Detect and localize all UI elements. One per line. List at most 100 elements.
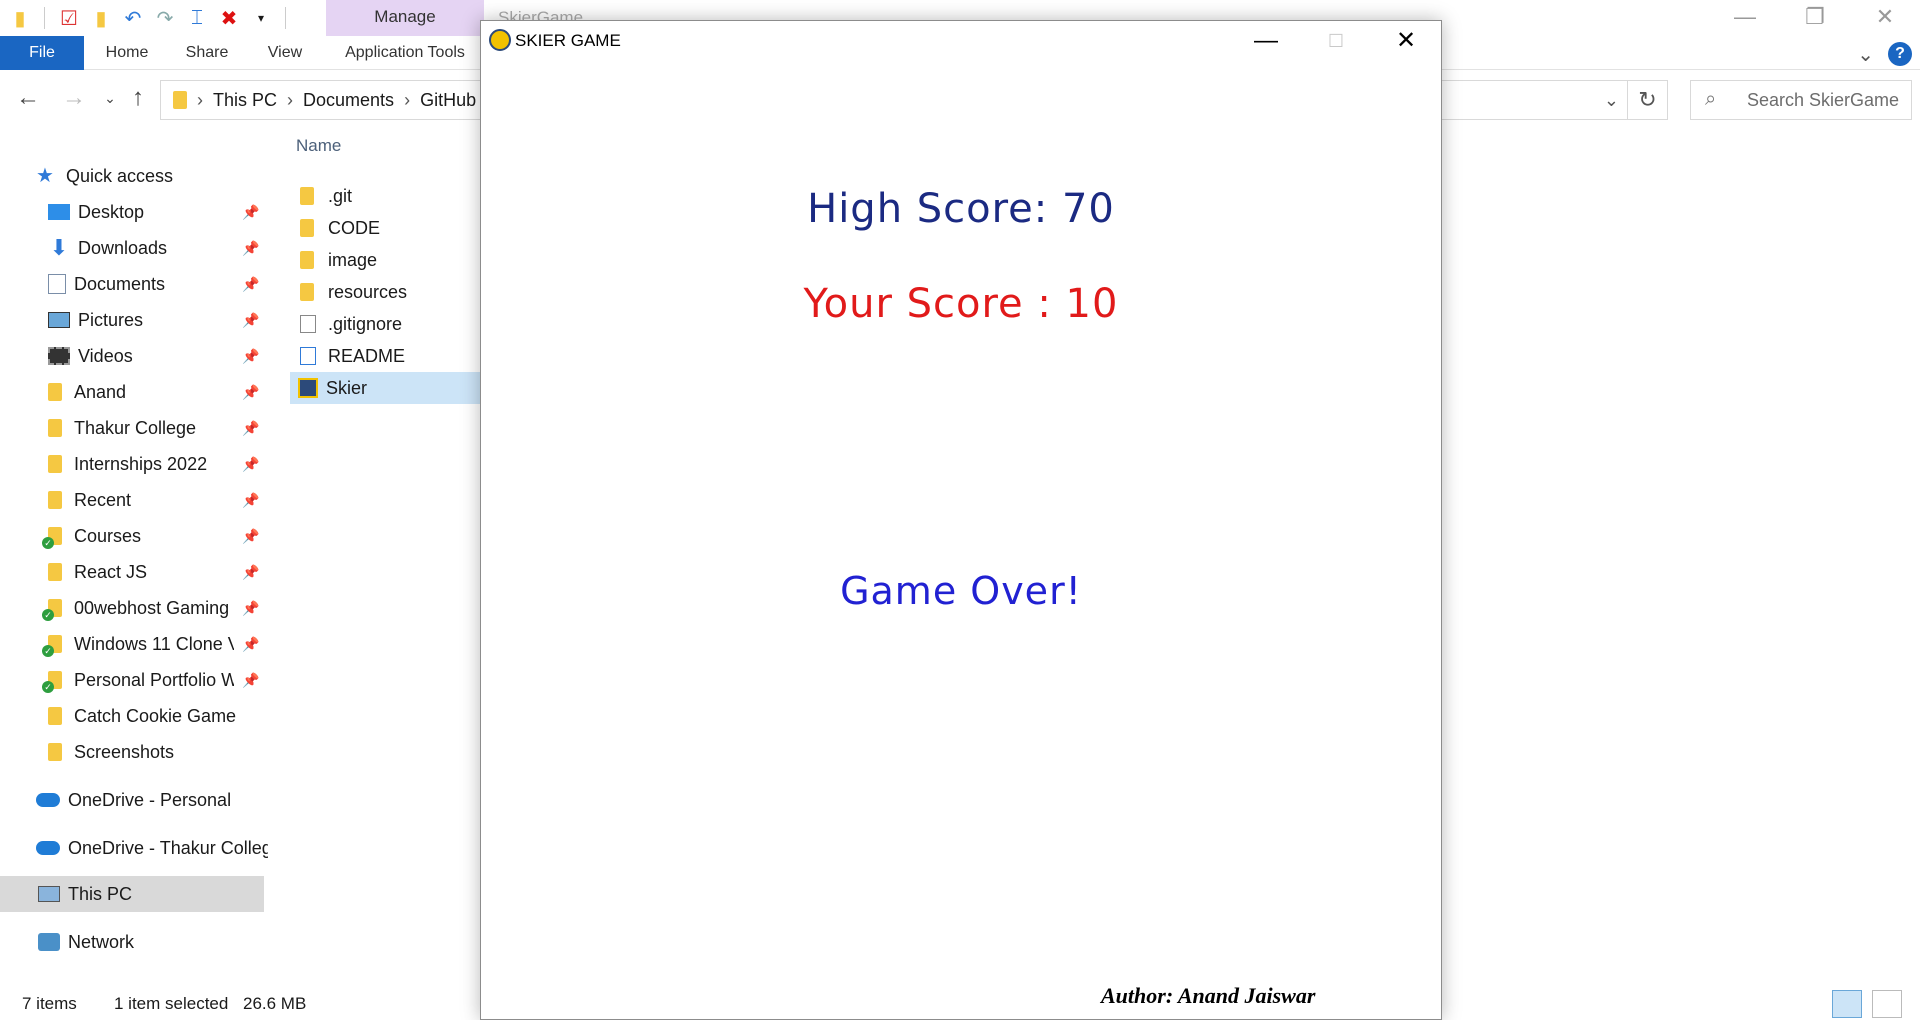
tab-view[interactable]: View (256, 36, 314, 70)
nav-onedrive-personal[interactable]: OneDrive - Personal (36, 782, 304, 818)
list-item[interactable]: CODE (290, 212, 490, 244)
pin-icon[interactable]: 📌 (242, 384, 259, 401)
pin-icon[interactable]: 📌 (242, 636, 259, 653)
chevron-down-icon[interactable]: ⌄ (1857, 42, 1874, 67)
nav-item-anand[interactable]: Anand 📌 (44, 374, 312, 410)
back-arrow-icon[interactable]: ← (14, 84, 42, 112)
nav-item-courses[interactable]: Courses 📌 (42, 518, 312, 554)
videos-icon (48, 347, 70, 365)
chevron-right-icon[interactable]: › (287, 81, 293, 119)
nav-label: Catch Cookie Game (74, 705, 237, 726)
nav-item-thakur-college[interactable]: Thakur College 📌 (44, 410, 312, 446)
network-icon (38, 933, 60, 951)
pin-icon[interactable]: 📌 (242, 492, 259, 509)
search-input[interactable]: ⌕ Search SkierGame (1690, 80, 1912, 120)
maximize-icon[interactable]: ☐ (1301, 21, 1371, 61)
list-item[interactable]: resources (290, 276, 490, 308)
quick-access-toolbar: ▮ ☑ ▮ ↶ ↷ ⌶ ✖ ▾ (0, 4, 292, 32)
redo-icon[interactable]: ↷ (151, 4, 179, 32)
help-icon[interactable]: ? (1888, 42, 1912, 66)
nav-item-screenshots[interactable]: Screenshots (44, 734, 312, 770)
chevron-right-icon[interactable]: › (404, 81, 410, 119)
column-header-name[interactable]: Name (296, 136, 341, 156)
delete-icon[interactable]: ✖ (215, 4, 243, 32)
large-icons-view-icon[interactable] (1872, 990, 1902, 1018)
minimize-icon[interactable]: — (1231, 21, 1301, 61)
refresh-icon[interactable]: ↻ (1628, 80, 1668, 120)
list-item[interactable]: .git (290, 180, 490, 212)
folder-icon (48, 419, 62, 437)
nav-quick-access[interactable]: ★ Quick access (36, 158, 304, 194)
nav-item-desktop[interactable]: Desktop 📌 (48, 194, 316, 230)
nav-item-catch-cookie-game[interactable]: Catch Cookie Game (44, 698, 312, 734)
close-icon[interactable]: ✕ (1371, 21, 1441, 61)
tab-manage[interactable]: Manage (326, 0, 484, 36)
nav-label: Videos (78, 345, 133, 366)
pin-icon[interactable]: 📌 (242, 276, 259, 293)
folder-icon[interactable]: ▮ (6, 4, 34, 32)
nav-label: Pictures (78, 309, 144, 330)
nav-item-personal-portfolio[interactable]: Personal Portfolio W 📌 (42, 662, 312, 698)
file-name: .gitignore (328, 313, 403, 334)
pin-icon[interactable]: 📌 (242, 564, 259, 581)
close-icon[interactable]: ✕ (1850, 0, 1920, 34)
folder-icon (48, 491, 62, 509)
list-item-selected[interactable]: Skier (290, 372, 490, 404)
window-controls: — ❐ ✕ (1710, 0, 1920, 34)
list-item[interactable]: README (290, 340, 490, 372)
nav-item-videos[interactable]: Videos 📌 (48, 338, 316, 374)
details-view-icon[interactable] (1832, 990, 1862, 1018)
breadcrumb-this-pc[interactable]: This PC (213, 81, 277, 119)
tab-application-tools[interactable]: Application Tools (330, 36, 480, 70)
undo-icon[interactable]: ↶ (119, 4, 147, 32)
pin-icon[interactable]: 📌 (242, 312, 259, 329)
nav-item-windows-11-clone[interactable]: Windows 11 Clone V 📌 (42, 626, 312, 662)
pin-icon[interactable]: 📌 (242, 420, 259, 437)
new-folder-icon[interactable]: ▮ (87, 4, 115, 32)
pin-icon[interactable]: 📌 (242, 240, 259, 257)
tab-home[interactable]: Home (94, 36, 160, 70)
pictures-icon (48, 312, 70, 328)
pin-icon[interactable]: 📌 (242, 456, 259, 473)
nav-item-pictures[interactable]: Pictures 📌 (48, 302, 316, 338)
chevron-right-icon[interactable]: › (197, 81, 203, 119)
list-item[interactable]: .gitignore (290, 308, 490, 340)
nav-this-pc[interactable]: This PC (0, 876, 264, 912)
pin-icon[interactable]: 📌 (242, 204, 259, 221)
up-arrow-icon[interactable]: ↑ (124, 84, 152, 112)
nav-item-downloads[interactable]: ⬇ Downloads 📌 (48, 230, 316, 266)
star-icon: ★ (36, 165, 54, 187)
restore-icon[interactable]: ❐ (1780, 0, 1850, 34)
nav-item-00webhost[interactable]: 00webhost Gaming I 📌 (42, 590, 312, 626)
pin-icon[interactable]: 📌 (242, 528, 259, 545)
nav-item-documents[interactable]: Documents 📌 (48, 266, 316, 302)
tab-share[interactable]: Share (176, 36, 238, 70)
game-canvas[interactable]: High Score: 70 Your Score : 10 Game Over… (481, 61, 1441, 1019)
pygame-icon (489, 29, 511, 51)
toolbar-divider (44, 7, 45, 29)
properties-icon[interactable]: ☑ (55, 4, 83, 32)
breadcrumb: › This PC › Documents › GitHub (173, 81, 476, 119)
pin-icon[interactable]: 📌 (242, 348, 259, 365)
minimize-icon[interactable]: — (1710, 0, 1780, 34)
customize-qat-icon[interactable]: ▾ (247, 4, 275, 32)
view-toggle (1832, 990, 1902, 1018)
rename-icon[interactable]: ⌶ (183, 4, 211, 32)
nav-item-react-js[interactable]: React JS 📌 (44, 554, 312, 590)
list-item[interactable]: image (290, 244, 490, 276)
nav-network[interactable]: Network (38, 924, 306, 960)
folder-icon (48, 383, 62, 401)
nav-item-internships-2022[interactable]: Internships 2022 📌 (44, 446, 312, 482)
forward-arrow-icon[interactable]: → (60, 84, 88, 112)
chevron-down-icon[interactable]: ⌄ (1604, 81, 1619, 119)
navigation-pane: ★ Quick access Desktop 📌 ⬇ Downloads 📌 D… (0, 150, 268, 970)
breadcrumb-github[interactable]: GitHub (420, 81, 476, 119)
pin-icon[interactable]: 📌 (242, 600, 259, 617)
recent-locations-icon[interactable]: ⌄ (96, 84, 124, 112)
pin-icon[interactable]: 📌 (242, 672, 259, 689)
breadcrumb-documents[interactable]: Documents (303, 81, 394, 119)
nav-onedrive-thakur[interactable]: OneDrive - Thakur Colleg (36, 830, 304, 866)
tab-file[interactable]: File (0, 36, 84, 70)
game-titlebar: SKIER GAME — ☐ ✕ (481, 21, 1441, 61)
nav-item-recent[interactable]: Recent 📌 (44, 482, 312, 518)
